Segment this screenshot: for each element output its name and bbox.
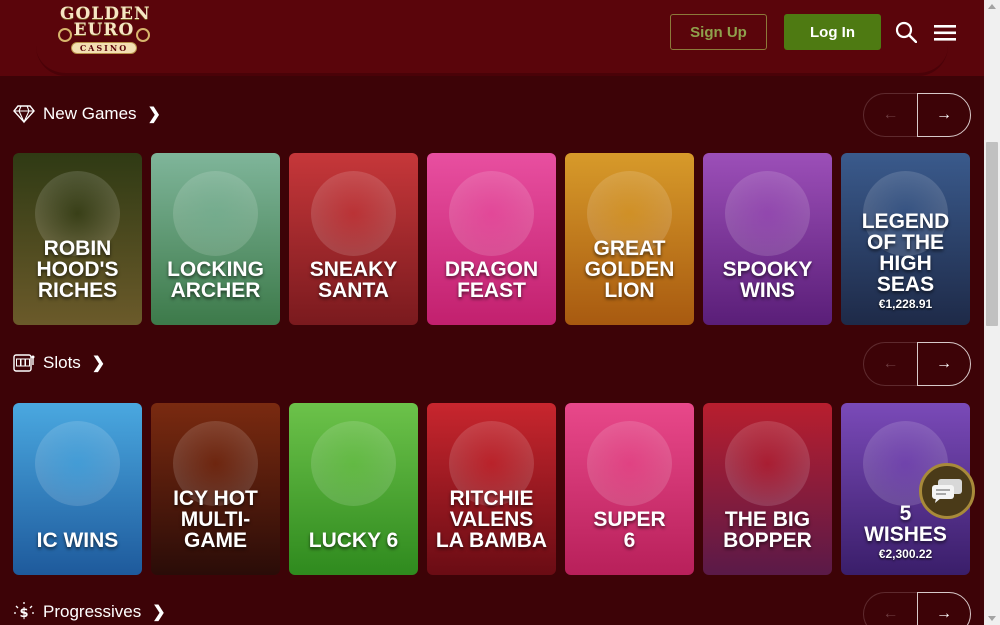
scroll-up-arrow-icon[interactable] — [988, 4, 996, 9]
game-artwork — [725, 171, 810, 256]
game-artwork — [587, 421, 672, 506]
game-tile[interactable]: LEGEND OF THE HIGH SEAS €1,228.91 — [841, 153, 970, 325]
site-header: GOLDEN EURO CASINO Sign Up Log In — [0, 0, 984, 76]
game-title: IC WINS — [36, 529, 119, 552]
game-artwork — [311, 171, 396, 256]
game-tile[interactable]: DRAGON FEAST — [427, 153, 556, 325]
search-icon[interactable] — [895, 21, 917, 43]
section-header-progressives[interactable]: $ Progressives ❯ — [13, 600, 166, 624]
game-tile[interactable]: SNEAKY SANTA — [289, 153, 418, 325]
game-tile[interactable]: SUPER 6 — [565, 403, 694, 575]
svg-text:$: $ — [19, 606, 28, 621]
game-artwork — [311, 421, 396, 506]
carousel-nav-new-games: ← → — [863, 93, 971, 137]
game-title: GREAT GOLDEN LION — [584, 237, 675, 302]
jackpot-amount: €1,228.91 — [878, 297, 933, 311]
game-tile[interactable]: ROBIN HOOD'S RICHES — [13, 153, 142, 325]
game-title: THE BIG BOPPER — [723, 508, 812, 552]
section-title: New Games — [43, 104, 137, 123]
game-title: ROBIN HOOD'S RICHES — [36, 237, 119, 302]
logo-ornament-icon — [136, 28, 150, 42]
diamond-icon — [13, 105, 35, 124]
carousel-prev-button[interactable]: ← — [863, 93, 917, 137]
dollar-rays-icon: $ — [14, 602, 34, 621]
game-artwork — [35, 421, 120, 506]
game-tile[interactable]: LUCKY 6 — [289, 403, 418, 575]
page-scrollbar[interactable] — [984, 0, 1000, 625]
game-row-new-games: ROBIN HOOD'S RICHES LOCKING ARCHER SNEAKY … — [13, 153, 973, 325]
section-header-new-games[interactable]: New Games ❯ — [13, 102, 161, 126]
chat-icon — [932, 479, 962, 503]
game-title: SPOOKY WINS — [722, 258, 813, 302]
carousel-next-button[interactable]: → — [917, 592, 971, 625]
game-tile[interactable]: RITCHIE VALENS LA BAMBA — [427, 403, 556, 575]
logo-line-euro: EURO — [73, 20, 135, 40]
logo-ornament-icon — [58, 28, 72, 42]
game-tile[interactable]: GREAT GOLDEN LION — [565, 153, 694, 325]
game-tile[interactable]: IC WINS — [13, 403, 142, 575]
live-chat-button[interactable] — [919, 463, 975, 519]
chevron-right-icon: ❯ — [91, 355, 106, 372]
game-tile[interactable]: LOCKING ARCHER — [151, 153, 280, 325]
logo[interactable]: GOLDEN EURO CASINO — [58, 6, 150, 60]
game-title: RITCHIE VALENS LA BAMBA — [435, 487, 548, 552]
slot-machine-icon — [13, 354, 35, 372]
scroll-thumb[interactable] — [986, 142, 998, 326]
hamburger-menu-icon[interactable] — [934, 24, 956, 42]
scroll-down-arrow-icon[interactable] — [988, 616, 996, 621]
game-artwork — [449, 171, 534, 256]
logo-line-casino: CASINO — [70, 42, 138, 54]
game-tile[interactable]: THE BIG BOPPER — [703, 403, 832, 575]
game-title: SUPER 6 — [593, 508, 666, 552]
carousel-next-button[interactable]: → — [917, 93, 971, 137]
sign-up-button[interactable]: Sign Up — [670, 14, 767, 50]
game-row-slots: IC WINS ICY HOT MULTI-GAME LUCKY 6 RITCHIE … — [13, 403, 973, 575]
game-title: SNEAKY SANTA — [309, 258, 398, 302]
carousel-nav-progressives: ← → — [863, 592, 971, 625]
carousel-prev-button[interactable]: ← — [863, 592, 917, 625]
game-artwork — [725, 421, 810, 506]
log-in-button[interactable]: Log In — [784, 14, 881, 50]
game-title: ICY HOT MULTI-GAME — [173, 487, 258, 552]
jackpot-amount: €2,300.22 — [878, 547, 933, 561]
carousel-nav-slots: ← → — [863, 342, 971, 386]
chevron-right-icon: ❯ — [152, 604, 166, 621]
chevron-right-icon: ❯ — [147, 106, 161, 123]
carousel-next-button[interactable]: → — [917, 342, 971, 386]
game-tile[interactable]: SPOOKY WINS — [703, 153, 832, 325]
game-artwork — [173, 171, 258, 256]
game-title: DRAGON FEAST — [444, 258, 539, 302]
carousel-prev-button[interactable]: ← — [863, 342, 917, 386]
section-title: Slots — [43, 353, 81, 372]
game-title: LEGEND OF THE HIGH SEAS — [861, 210, 950, 296]
section-title: Progressives — [43, 602, 142, 621]
game-title: LUCKY 6 — [308, 529, 399, 552]
game-tile[interactable]: ICY HOT MULTI-GAME — [151, 403, 280, 575]
section-header-slots[interactable]: Slots ❯ — [13, 351, 105, 375]
game-title: LOCKING ARCHER — [167, 258, 264, 302]
